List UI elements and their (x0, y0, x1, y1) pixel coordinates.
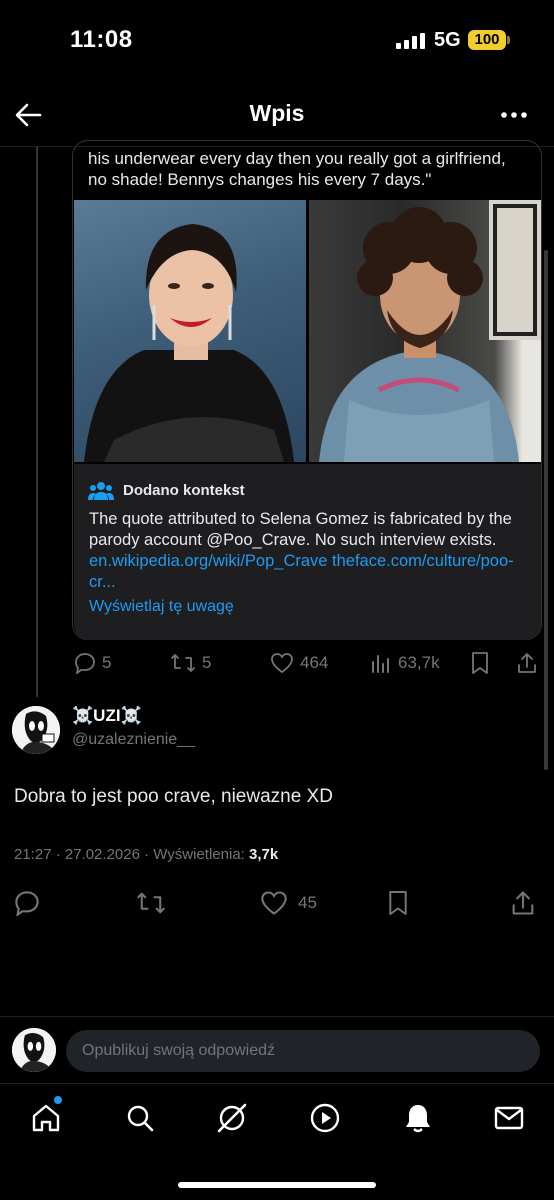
selena-gomez-photo[interactable] (74, 200, 306, 462)
thread-connector (36, 147, 38, 697)
reply-share-button[interactable] (510, 888, 536, 918)
reply-meta: 21:27 · 27.02.2026 · Wyświetlenia: 3,7k (14, 846, 278, 863)
reply-reply-button[interactable] (14, 888, 40, 918)
battery-icon: 100 (468, 30, 506, 50)
context-note-text: The quote attributed to Selena Gomez is … (89, 510, 512, 549)
views-count: 63,7k (398, 653, 440, 672)
bookmark-icon (389, 891, 407, 915)
reply-bookmark-button[interactable] (387, 888, 409, 918)
repost-icon (137, 892, 165, 914)
video-icon (310, 1103, 340, 1133)
reply-timestamp: 21:27 · 27.02.2026 · Wyświetlenia: (14, 846, 249, 863)
reply-author-name[interactable]: ☠️UZI☠️ (72, 706, 142, 726)
context-note-links[interactable]: en.wikipedia.org/wiki/Pop_Crave theface.… (89, 552, 514, 591)
users-icon (88, 482, 114, 500)
repost-button[interactable]: 5 (170, 648, 211, 678)
reply-views: 3,7k (249, 846, 279, 863)
share-button[interactable] (516, 648, 544, 678)
like-button[interactable]: 464 (270, 648, 328, 678)
grok-tab[interactable] (214, 1100, 250, 1136)
compose-avatar (12, 1028, 56, 1072)
bookmark-icon (472, 652, 488, 674)
status-time: 11:08 (70, 26, 133, 53)
share-icon (512, 891, 534, 915)
repost-count: 5 (202, 653, 212, 672)
repost-icon (171, 654, 195, 672)
home-icon (32, 1104, 60, 1132)
context-note-body: The quote attributed to Selena Gomez is … (89, 509, 529, 593)
bookmark-button[interactable] (470, 648, 496, 678)
like-count: 464 (300, 653, 329, 672)
reply-icon (75, 653, 95, 674)
reply-count: 5 (102, 653, 112, 672)
battery-tip (507, 36, 510, 44)
reply-author-handle[interactable]: @uzaleznienie__ (72, 731, 195, 749)
avatar[interactable] (12, 706, 60, 754)
network-label: 5G (434, 29, 461, 51)
benny-blanco-photo[interactable] (309, 200, 541, 462)
messages-tab[interactable] (491, 1100, 527, 1136)
messages-icon (494, 1106, 524, 1130)
reply-compose-input[interactable] (66, 1030, 540, 1072)
heart-icon (271, 653, 293, 674)
reply-button[interactable]: 5 (74, 648, 111, 678)
scrollbar[interactable] (544, 250, 548, 770)
more-options-icon[interactable] (496, 104, 532, 126)
home-tab[interactable] (28, 1100, 64, 1136)
notifications-icon (406, 1105, 430, 1133)
page-title: Wpis (249, 100, 305, 126)
reply-repost-button[interactable] (136, 888, 166, 918)
analytics-icon (372, 655, 389, 673)
signal-icon (396, 33, 425, 49)
reply-like-count: 45 (298, 893, 317, 912)
quoted-post-text: his underwear every day then you really … (88, 149, 506, 189)
heart-icon (261, 891, 287, 915)
home-indicator[interactable] (178, 1182, 376, 1188)
reply-icon (15, 891, 39, 916)
compose-divider (0, 1016, 554, 1017)
search-tab[interactable] (122, 1100, 158, 1136)
share-icon (518, 653, 536, 673)
context-note-title: Dodano kontekst (123, 482, 245, 499)
search-icon (127, 1105, 154, 1132)
notifications-tab[interactable] (400, 1100, 436, 1136)
grok-icon (217, 1103, 247, 1133)
reply-like-button[interactable]: 45 (260, 888, 317, 918)
reply-text: Dobra to jest poo crave, niewazne XD (14, 786, 333, 807)
notification-dot (54, 1096, 62, 1104)
video-tab[interactable] (307, 1100, 343, 1136)
view-note-link[interactable]: Wyświetlaj tę uwagę (89, 598, 234, 616)
views-button[interactable]: 63,7k (370, 648, 440, 678)
